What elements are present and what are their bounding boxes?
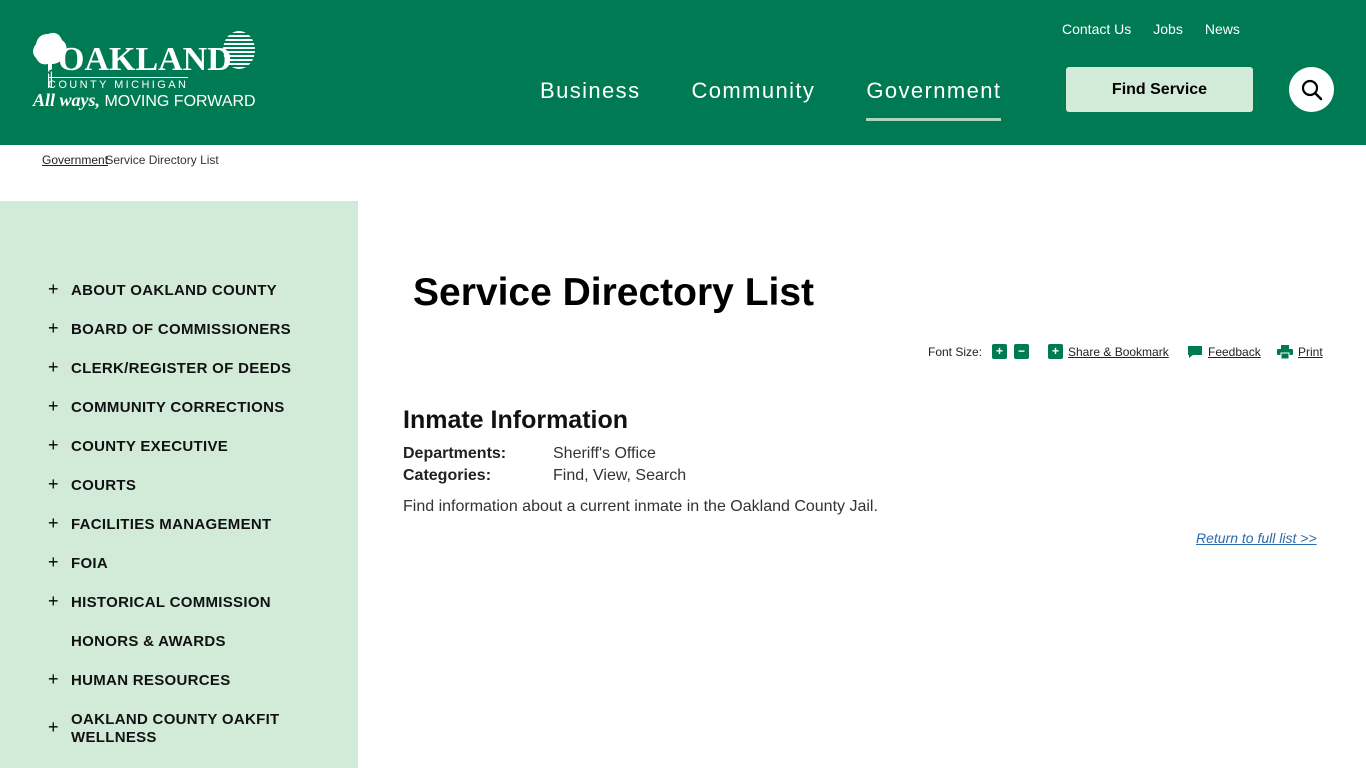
sidebar-item-label[interactable]: FOIA: [71, 555, 301, 573]
sidebar: + ABOUT OAKLAND COUNTY + BOARD OF COMMISSI…: [0, 201, 358, 768]
sidebar-item-label[interactable]: FACILITIES MANAGEMENT: [71, 516, 301, 534]
breadcrumb-current: Service Directory List: [105, 153, 219, 167]
sidebar-item-label[interactable]: COMMUNITY CORRECTIONS: [71, 399, 301, 417]
departments-value: Sheriff's Office: [553, 445, 656, 462]
share-bookmark-link[interactable]: Share & Bookmark: [1068, 344, 1169, 360]
main-nav: Business Community Government: [540, 76, 1052, 121]
sidebar-item-historical-commission[interactable]: + HISTORICAL COMMISSION: [0, 592, 358, 631]
search-button[interactable]: [1289, 67, 1334, 112]
find-service-button[interactable]: Find Service: [1066, 67, 1253, 112]
page-title: Service Directory List: [413, 271, 815, 314]
site-header: OAKLAND COUNTY MICHIGAN All ways, MOVING…: [0, 0, 1366, 145]
expand-plus-icon[interactable]: +: [48, 475, 59, 493]
nav-community[interactable]: Community: [691, 76, 815, 106]
logo-tagline-script: All ways,: [33, 90, 101, 110]
print-link[interactable]: Print: [1298, 344, 1323, 360]
sidebar-item-label[interactable]: ABOUT OAKLAND COUNTY: [71, 282, 301, 300]
sidebar-item-label[interactable]: COUNTY EXECUTIVE: [71, 438, 301, 456]
sidebar-menu: + ABOUT OAKLAND COUNTY + BOARD OF COMMISSI…: [0, 280, 358, 759]
sidebar-item-label[interactable]: OAKLAND COUNTY OAKFIT WELLNESS: [71, 711, 301, 747]
service-title: Inmate Information: [403, 406, 629, 434]
sidebar-item-label[interactable]: HISTORICAL COMMISSION: [71, 594, 301, 612]
breadcrumb-government-link[interactable]: Government: [42, 153, 108, 167]
news-link[interactable]: News: [1205, 20, 1240, 38]
font-increase-button[interactable]: +: [992, 344, 1007, 359]
logo-name: OAKLAND: [58, 41, 232, 78]
oakland-county-logo[interactable]: OAKLAND COUNTY MICHIGAN All ways, MOVING…: [30, 28, 256, 118]
jobs-link[interactable]: Jobs: [1153, 20, 1183, 38]
share-plus-icon: +: [1048, 344, 1063, 359]
expand-plus-icon[interactable]: +: [48, 280, 59, 298]
sidebar-item-honors-awards[interactable]: HONORS & AWARDS: [0, 631, 358, 670]
expand-plus-icon[interactable]: +: [48, 670, 59, 688]
sidebar-item-foia[interactable]: + FOIA: [0, 553, 358, 592]
breadcrumb: Government Service Directory List: [42, 153, 219, 168]
font-decrease-button[interactable]: −: [1014, 344, 1029, 359]
expand-plus-icon[interactable]: +: [48, 718, 59, 736]
font-size-label: Font Size:: [928, 345, 983, 359]
categories-label: Categories:: [403, 467, 492, 484]
sidebar-item-clerk[interactable]: + CLERK/REGISTER OF DEEDS: [0, 358, 358, 397]
sidebar-item-courts[interactable]: + COURTS: [0, 475, 358, 514]
departments-label: Departments:: [403, 445, 507, 462]
sidebar-item-human-resources[interactable]: + HUMAN RESOURCES: [0, 670, 358, 709]
categories-value: Find, View, Search: [553, 467, 687, 484]
expand-plus-icon[interactable]: +: [48, 514, 59, 532]
sidebar-item-community-corrections[interactable]: + COMMUNITY CORRECTIONS: [0, 397, 358, 436]
sidebar-item-facilities[interactable]: + FACILITIES MANAGEMENT: [0, 514, 358, 553]
nav-government[interactable]: Government: [866, 76, 1002, 121]
sidebar-item-label[interactable]: CLERK/REGISTER OF DEEDS: [71, 360, 301, 378]
nav-business[interactable]: Business: [540, 76, 640, 106]
expand-plus-icon[interactable]: +: [48, 319, 59, 337]
feedback-link[interactable]: Feedback: [1208, 344, 1261, 360]
expand-plus-icon[interactable]: +: [48, 592, 59, 610]
sidebar-item-label[interactable]: BOARD OF COMMISSIONERS: [71, 321, 301, 339]
return-to-list-link[interactable]: Return to full list >>: [1196, 529, 1317, 547]
sidebar-item-about[interactable]: + ABOUT OAKLAND COUNTY: [0, 280, 358, 319]
sidebar-item-board-of-commissioners[interactable]: + BOARD OF COMMISSIONERS: [0, 319, 358, 358]
sidebar-item-county-executive[interactable]: + COUNTY EXECUTIVE: [0, 436, 358, 475]
expand-plus-icon[interactable]: +: [48, 553, 59, 571]
logo-tagline-text: MOVING FORWARD: [104, 93, 256, 110]
sidebar-item-label[interactable]: COURTS: [71, 477, 301, 495]
utility-nav: Contact Us Jobs News: [1040, 20, 1240, 38]
print-icon: [1277, 345, 1293, 359]
logo-tagline: All ways, MOVING FORWARD: [33, 90, 256, 112]
expand-plus-icon[interactable]: +: [48, 397, 59, 415]
search-icon: [1301, 79, 1322, 100]
contact-us-link[interactable]: Contact Us: [1062, 20, 1131, 38]
sidebar-item-oakfit-wellness[interactable]: + OAKLAND COUNTY OAKFIT WELLNESS: [0, 709, 358, 759]
expand-plus-icon[interactable]: +: [48, 436, 59, 454]
feedback-icon: [1188, 346, 1202, 358]
service-description: Find information about a current inmate …: [403, 498, 878, 515]
sidebar-item-label[interactable]: HUMAN RESOURCES: [71, 672, 301, 690]
sidebar-item-label[interactable]: HONORS & AWARDS: [71, 633, 301, 651]
logo-subtitle: COUNTY MICHIGAN: [48, 77, 189, 91]
expand-plus-icon[interactable]: +: [48, 358, 59, 376]
